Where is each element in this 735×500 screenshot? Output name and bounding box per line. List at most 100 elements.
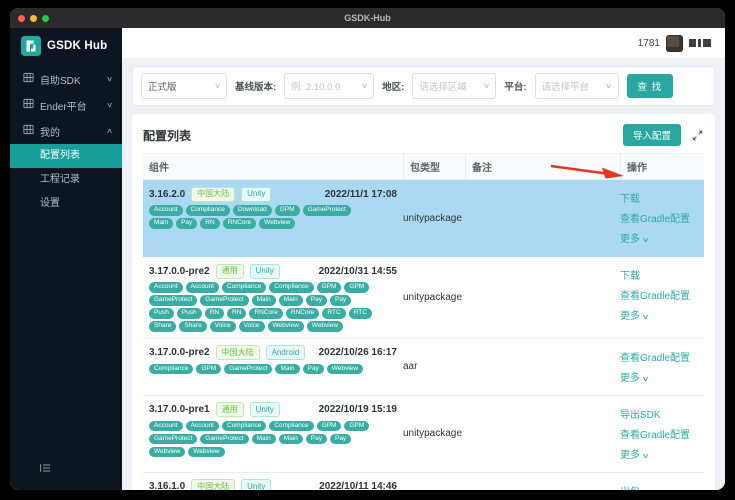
- region-tag: 中国大陆: [191, 479, 235, 490]
- chevron-down-icon: ∨: [642, 236, 650, 244]
- platform-tag: Unity: [241, 479, 271, 490]
- user-name-redacted[interactable]: [689, 39, 711, 47]
- build-datetime: 2022/10/11 14:46: [319, 481, 397, 490]
- component-version: 3.16.1.0: [149, 481, 185, 490]
- module-chip: Pay: [330, 434, 351, 445]
- table-row[interactable]: 3.17.0.0-pre1通用Unity2022/10/19 15:19Acco…: [143, 396, 704, 473]
- import-config-button[interactable]: 导入配置: [623, 124, 681, 146]
- module-chip: Compliance: [269, 282, 313, 293]
- table-row[interactable]: 3.16.2.0中国大陆Unity2022/11/1 17:08AccountC…: [143, 180, 704, 257]
- grid-icon: [23, 98, 34, 112]
- module-chip: RTC: [322, 308, 345, 319]
- module-chip: Webview: [259, 218, 295, 229]
- component-cell: 3.16.1.0中国大陆Unity2022/10/11 14:46Account…: [143, 479, 403, 491]
- module-chip: RTC: [349, 308, 372, 319]
- action-link[interactable]: 下载: [620, 190, 704, 205]
- notification-count: 1781: [638, 38, 660, 49]
- chevron-down-icon: ∨: [642, 452, 650, 460]
- table-row[interactable]: 3.16.1.0中国大陆Unity2022/10/11 14:46Account…: [143, 473, 704, 491]
- sidebar-item-0[interactable]: 自助SDK ∨: [10, 66, 122, 92]
- grid-icon: [23, 124, 34, 138]
- remark-cell: [465, 402, 620, 466]
- action-link[interactable]: 下载: [620, 267, 704, 282]
- table-row[interactable]: 3.17.0.0-pre2中国大陆Android2022/10/26 16:17…: [143, 339, 704, 396]
- sidebar-item-label: 自助SDK: [40, 72, 101, 87]
- module-chip: Pay: [330, 295, 351, 306]
- module-chip: Main: [279, 295, 303, 306]
- module-chip: Download: [233, 205, 272, 216]
- action-link[interactable]: 出包: [620, 483, 704, 491]
- more-link[interactable]: 更多∨: [620, 307, 704, 322]
- sidebar-collapse-icon[interactable]: [40, 460, 51, 478]
- action-link[interactable]: 查看Gradle配置: [620, 210, 704, 225]
- logo-text: GSDK Hub: [47, 40, 107, 52]
- module-chip: Account: [149, 205, 183, 216]
- module-chip-list: AccountComplianceDownloadGPMGameProtectM…: [149, 205, 373, 229]
- module-chip: Voice: [239, 321, 265, 332]
- grid-icon: [23, 72, 34, 86]
- chevron-up-icon: ∧: [106, 127, 113, 135]
- titlebar[interactable]: GSDK-Hub: [10, 8, 725, 28]
- chevron-down-icon: ∨: [642, 313, 650, 321]
- table-row[interactable]: 3.17.0.0-pre2通用Unity2022/10/31 14:55Acco…: [143, 257, 704, 339]
- search-button[interactable]: 查 找: [627, 74, 674, 98]
- module-chip: RN: [200, 218, 219, 229]
- sidebar-item-label: 我的: [40, 124, 101, 139]
- sidebar-item-2[interactable]: 我的 ∧: [10, 118, 122, 144]
- more-link[interactable]: 更多∨: [620, 446, 704, 461]
- component-cell: 3.17.0.0-pre2中国大陆Android2022/10/26 16:17…: [143, 345, 403, 389]
- region-tag: 中国大陆: [191, 187, 235, 202]
- module-chip-list: AccountAccountComplianceComplianceGPMGPM…: [149, 421, 373, 458]
- module-chip: Push: [149, 308, 174, 319]
- action-link[interactable]: 查看Gradle配置: [620, 287, 704, 302]
- sidebar-item-1[interactable]: Ender平台∨: [10, 92, 122, 118]
- more-link[interactable]: 更多∨: [620, 230, 704, 245]
- module-chip: Share: [149, 321, 176, 332]
- module-chip: Compliance: [149, 364, 193, 375]
- chevron-down-icon: ∨: [106, 75, 113, 83]
- table-body: 3.16.2.0中国大陆Unity2022/11/1 17:08AccountC…: [143, 180, 704, 490]
- region-select[interactable]: 请选择区域 ∨: [412, 73, 496, 99]
- baseline-label: 基线版本:: [235, 79, 276, 93]
- sidebar-subitem-1[interactable]: 工程记录: [10, 168, 122, 192]
- module-chip: Compliance: [269, 421, 313, 432]
- platform-tag: Android: [266, 345, 306, 360]
- release-type-select[interactable]: 正式版 ∨: [141, 73, 227, 99]
- region-label: 地区:: [382, 79, 404, 93]
- module-chip-list: AccountAccountComplianceComplianceGPMGPM…: [149, 282, 373, 332]
- baseline-version-select[interactable]: 例: 2.10.0.0 ∨: [284, 73, 374, 99]
- action-link[interactable]: 查看Gradle配置: [620, 349, 704, 364]
- build-datetime: 2022/10/26 16:17: [319, 347, 397, 358]
- action-link[interactable]: 查看Gradle配置: [620, 426, 704, 441]
- module-chip: GPM: [196, 364, 221, 375]
- user-avatar[interactable]: [666, 35, 683, 52]
- actions-cell: 下载查看Gradle配置更多∨: [620, 263, 704, 332]
- actions-cell: 下载查看Gradle配置更多∨: [620, 186, 704, 250]
- platform-select[interactable]: 请选择平台 ∨: [535, 73, 619, 99]
- module-chip: RNCore: [223, 218, 256, 229]
- module-chip: Account: [149, 282, 183, 293]
- package-type-cell: unitypackage: [403, 402, 465, 466]
- module-chip: Main: [252, 295, 276, 306]
- remark-cell: [465, 345, 620, 389]
- build-datetime: 2022/10/31 14:55: [319, 266, 397, 277]
- module-chip: Pay: [306, 434, 327, 445]
- component-version: 3.17.0.0-pre2: [149, 347, 210, 358]
- module-chip: Main: [279, 434, 303, 445]
- platform-tag: Unity: [250, 402, 280, 417]
- actions-cell: 查看Gradle配置更多∨: [620, 345, 704, 389]
- chevron-down-icon: ∨: [605, 82, 612, 90]
- more-link[interactable]: 更多∨: [620, 369, 704, 384]
- action-link[interactable]: 导出SDK: [620, 406, 704, 421]
- module-chip: Compliance: [186, 205, 230, 216]
- fullscreen-icon[interactable]: [691, 129, 704, 142]
- filter-bar: 正式版 ∨ 基线版本: 例: 2.10.0.0 ∨ 地区: 请选择区域 ∨: [132, 66, 715, 106]
- module-chip: GPM: [275, 205, 300, 216]
- module-chip: GameProtect: [149, 434, 197, 445]
- remark-cell: [465, 186, 620, 250]
- config-list-card: 配置列表 导入配置 组件包类型: [132, 114, 715, 490]
- sidebar-subitem-2[interactable]: 设置: [10, 192, 122, 216]
- sidebar-subitem-0[interactable]: 配置列表: [10, 144, 122, 168]
- module-chip: Webview: [327, 364, 363, 375]
- module-chip: RN: [227, 308, 246, 319]
